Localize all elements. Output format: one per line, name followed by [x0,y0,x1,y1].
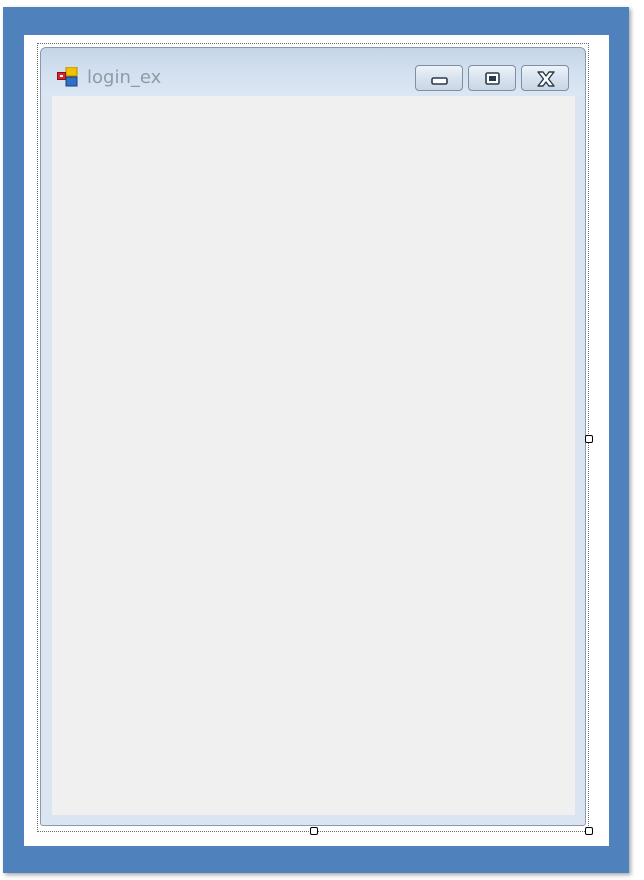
resize-handle-bottom[interactable] [310,827,318,835]
maximize-icon [485,72,500,85]
close-icon [537,71,555,87]
minimize-button[interactable] [415,65,463,91]
title-bar[interactable]: login_ex [41,48,585,96]
close-button[interactable] [521,65,569,91]
resize-handle-right[interactable] [585,435,593,443]
form-window[interactable]: login_ex [40,47,586,826]
maximize-button[interactable] [468,65,516,91]
window-title: login_ex [87,67,162,88]
minimize-icon [431,77,448,85]
winforms-form-icon [57,66,78,87]
resize-handle-bottom-right[interactable] [585,827,593,835]
form-client-area[interactable] [52,96,575,815]
